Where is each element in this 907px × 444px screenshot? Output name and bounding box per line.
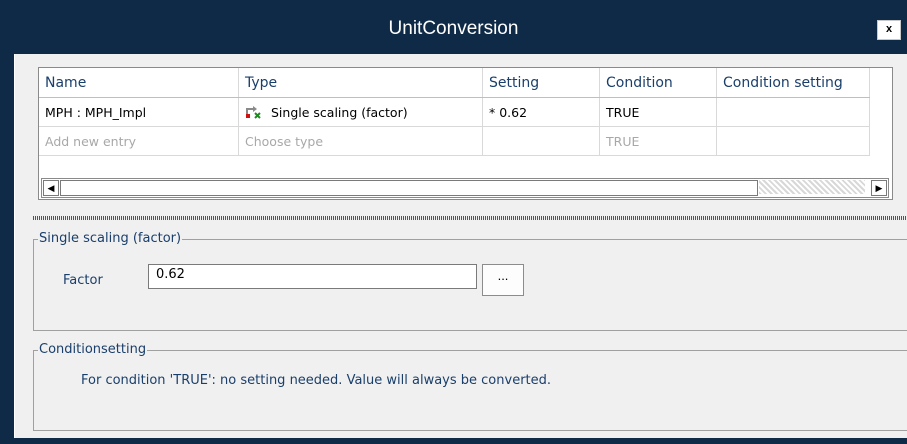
new-entry-setting[interactable]: [482, 126, 600, 156]
scaling-factor-icon: [245, 105, 263, 119]
scroll-left-icon[interactable]: ◀: [43, 180, 59, 196]
new-entry-type[interactable]: Choose type: [238, 126, 483, 156]
column-header-condition-setting[interactable]: Condition setting: [716, 68, 870, 98]
factor-label: Factor: [63, 273, 103, 288]
cell-name[interactable]: MPH : MPH_Impl: [39, 97, 239, 127]
factor-browse-button[interactable]: ...: [482, 264, 524, 296]
cell-condition-setting[interactable]: [716, 97, 870, 127]
scrollbar-thumb[interactable]: [60, 180, 758, 196]
horizontal-scrollbar[interactable]: ◀ ▶: [41, 178, 889, 198]
new-entry-condition-setting[interactable]: [716, 126, 870, 156]
window-title: UnitConversion: [388, 18, 519, 39]
close-button[interactable]: x: [877, 20, 901, 40]
client-area: Name Type Setting Condition Condition se…: [14, 54, 907, 438]
condition-setting-group: Conditionsetting For condition 'TRUE': n…: [33, 342, 907, 431]
conversion-table: Name Type Setting Condition Condition se…: [39, 68, 870, 156]
panel-splitter[interactable]: [33, 216, 907, 220]
column-header-setting[interactable]: Setting: [482, 68, 600, 98]
conversion-grid: Name Type Setting Condition Condition se…: [38, 67, 893, 200]
cell-type-label: Single scaling (factor): [271, 104, 408, 120]
scrollbar-track[interactable]: [759, 180, 865, 194]
new-entry-row[interactable]: Add new entry Choose type TRUE: [39, 126, 870, 156]
title-bar[interactable]: UnitConversion x: [0, 0, 907, 54]
column-header-name[interactable]: Name: [39, 68, 239, 98]
unit-conversion-window: UnitConversion x Name Type Setting Condi…: [0, 0, 907, 444]
new-entry-name[interactable]: Add new entry: [39, 126, 239, 156]
factor-input[interactable]: 0.62: [148, 264, 477, 289]
single-scaling-group-title: Single scaling (factor): [38, 231, 183, 246]
table-header-row: Name Type Setting Condition Condition se…: [39, 68, 870, 98]
condition-setting-group-title: Conditionsetting: [38, 342, 148, 357]
single-scaling-group: Single scaling (factor) Factor 0.62 ...: [33, 231, 907, 331]
condition-message: For condition 'TRUE': no setting needed.…: [81, 373, 552, 388]
cell-setting[interactable]: * 0.62: [482, 97, 600, 127]
column-header-condition[interactable]: Condition: [599, 68, 717, 98]
table-row[interactable]: MPH : MPH_Impl Single scaling (factor) *…: [39, 97, 870, 127]
scroll-right-icon[interactable]: ▶: [871, 180, 887, 196]
cell-condition[interactable]: TRUE: [599, 97, 717, 127]
new-entry-condition[interactable]: TRUE: [599, 126, 717, 156]
column-header-type[interactable]: Type: [238, 68, 483, 98]
cell-type[interactable]: Single scaling (factor): [238, 97, 483, 127]
